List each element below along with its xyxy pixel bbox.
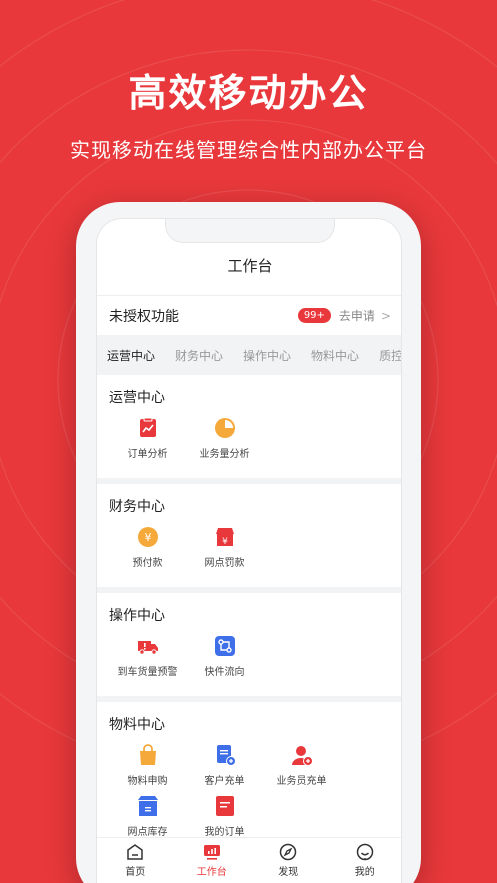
unauthorized-label: 未授权功能 xyxy=(109,308,179,325)
svg-text:¥: ¥ xyxy=(222,537,228,547)
tabbar-workbench[interactable]: 工作台 xyxy=(174,838,251,883)
chevron-right-icon: > xyxy=(380,308,391,323)
workbench-icon xyxy=(203,845,220,860)
document-plus-icon xyxy=(214,744,236,766)
section-title: 物料中心 xyxy=(109,717,165,733)
store-fine-icon: ¥ xyxy=(214,526,236,548)
pie-chart-icon xyxy=(214,417,236,439)
tabbar-mine[interactable]: 我的 xyxy=(327,838,402,883)
section-operation-center: 操作中心 到车货量预警 快件流向 xyxy=(97,593,401,702)
item-salesman-recharge[interactable]: 业务员充单 xyxy=(263,744,340,787)
profile-icon xyxy=(356,843,373,861)
truck-alert-icon xyxy=(137,635,159,657)
tab-quality[interactable]: 质控 xyxy=(369,347,401,364)
my-order-icon xyxy=(214,795,236,817)
section-materials: 物料中心 物料申购 客户充单 业务员充单 网点库存 我的订单 xyxy=(97,702,401,856)
page-title: 工作台 xyxy=(227,257,273,275)
item-my-orders[interactable]: 我的订单 xyxy=(186,795,263,838)
order-analysis-icon xyxy=(137,417,159,439)
item-outlet-fine[interactable]: ¥ 网点罚款 xyxy=(186,526,263,569)
hero-title: 高效移动办公 xyxy=(128,71,369,115)
section-title: 操作中心 xyxy=(109,608,165,624)
unauthorized-functions-row[interactable]: 未授权功能 99+ 去申请 > xyxy=(97,295,401,335)
category-tabs: 运营中心 财务中心 操作中心 物料中心 质控 xyxy=(97,335,401,375)
work-sections: 运营中心 订单分析 业务量分析 财务中心 ¥ 预付款 ¥ 网点罚款 操作中心 到… xyxy=(97,375,401,856)
tab-materials[interactable]: 物料中心 xyxy=(301,347,369,364)
home-icon xyxy=(127,844,143,860)
shopping-bag-icon xyxy=(137,744,159,766)
flow-icon xyxy=(214,635,236,657)
item-parcel-flow[interactable]: 快件流向 xyxy=(186,635,263,678)
item-prepayment[interactable]: ¥ 预付款 xyxy=(109,526,186,569)
item-order-analysis[interactable]: 订单分析 xyxy=(109,417,186,460)
apply-link[interactable]: 去申请 xyxy=(339,307,375,324)
phone-screen: 工作台 未授权功能 99+ 去申请 > 运营中心 财务中心 操作中心 物料中心 … xyxy=(96,218,402,883)
bottom-tab-bar: 首页 工作台 发现 我的 xyxy=(97,837,402,883)
item-material-purchase[interactable]: 物料申购 xyxy=(109,744,186,787)
item-truck-volume-alert[interactable]: 到车货量预警 xyxy=(109,635,186,678)
yuan-coin-icon: ¥ xyxy=(137,526,159,548)
item-volume-analysis[interactable]: 业务量分析 xyxy=(186,417,263,460)
item-outlet-inventory[interactable]: 网点库存 xyxy=(109,795,186,838)
tab-operations[interactable]: 运营中心 xyxy=(97,347,165,364)
section-finance: 财务中心 ¥ 预付款 ¥ 网点罚款 xyxy=(97,484,401,593)
item-customer-recharge[interactable]: 客户充单 xyxy=(186,744,263,787)
count-badge: 99+ xyxy=(297,308,331,323)
tab-operation-center[interactable]: 操作中心 xyxy=(233,347,301,364)
svg-text:¥: ¥ xyxy=(144,531,151,544)
tabbar-home[interactable]: 首页 xyxy=(97,838,174,883)
section-title: 运营中心 xyxy=(109,390,165,406)
tabbar-discover[interactable]: 发现 xyxy=(250,838,327,883)
section-operations: 运营中心 订单分析 业务量分析 xyxy=(97,375,401,484)
compass-icon xyxy=(280,843,297,861)
tab-finance[interactable]: 财务中心 xyxy=(165,347,233,364)
user-plus-icon xyxy=(291,744,313,766)
hero-subtitle: 实现移动在线管理综合性内部办公平台 xyxy=(70,138,427,162)
inventory-box-icon xyxy=(137,795,159,817)
phone-notch xyxy=(165,219,335,243)
section-title: 财务中心 xyxy=(109,499,165,515)
